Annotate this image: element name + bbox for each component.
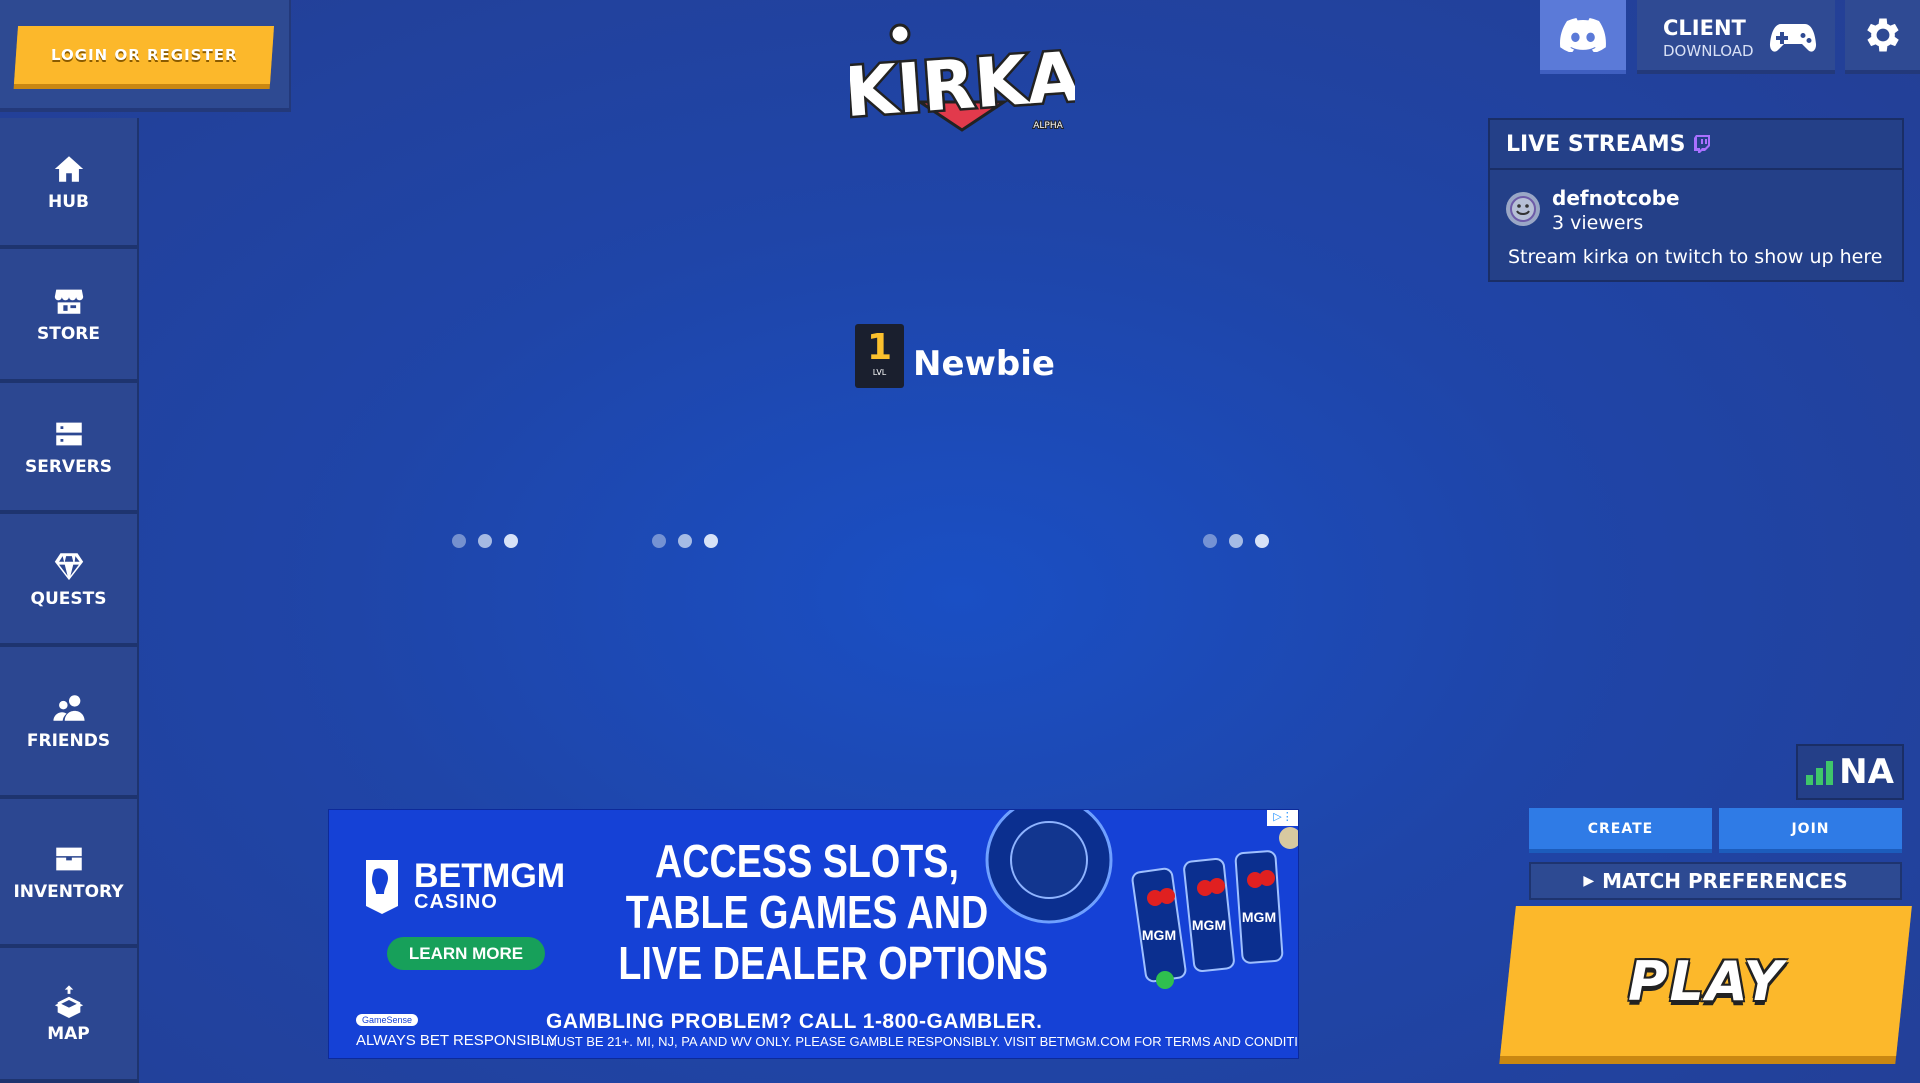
gear-icon [1866,18,1899,52]
kirka-logo: KIRKA ALPHA [850,23,1075,134]
region-label: NA [1839,752,1894,792]
stream-info: defnotcobe 3 viewers [1552,186,1680,234]
loading-indicator [652,534,718,548]
stream-viewers: 3 viewers [1552,212,1644,234]
chest-icon [55,847,82,870]
sidebar-item-map[interactable]: MAP [0,948,139,1083]
reel-label: MGM [1142,927,1176,943]
stream-entry[interactable]: defnotcobe 3 viewers [1506,186,1680,234]
friends-icon [52,695,85,721]
sidebar-item-label: FRIENDS [26,731,111,751]
reel-label: MGM [1242,909,1276,925]
live-streams-title: LIVE STREAMS [1506,131,1686,157]
level-badge: 1 LVL [855,324,904,388]
client-download-button[interactable]: CLIENT DOWNLOAD [1637,0,1835,74]
sidebar-item-label: SERVERS [24,456,113,477]
ad-headline-line: TABLE GAMES AND [625,886,989,938]
sidebar-item-friends[interactable]: FRIENDS [0,647,139,799]
sidebar-item-hub[interactable]: HUB [0,118,139,249]
region-selector[interactable]: NA [1796,744,1904,800]
play-button[interactable]: PLAY [1500,906,1912,1056]
play-label: PLAY [1627,949,1785,1013]
sidebar-item-store[interactable]: STORE [0,249,139,383]
sidebar-item-label: QUESTS [30,588,107,609]
gamesense-badge: GameSense [356,1014,419,1026]
stream-name: defnotcobe [1552,186,1680,210]
live-streams-panel: LIVE STREAMS defnotcobe 3 viewers Stream… [1488,118,1904,282]
live-streams-header: LIVE STREAMS [1490,120,1902,170]
ad-always-text: ALWAYS BET RESPONSIBLY [356,1032,558,1049]
discord-icon [1560,18,1606,52]
match-preferences-button[interactable]: ▶ MATCH PREFERENCES [1529,862,1902,900]
sidebar-item-label: STORE [37,324,100,344]
sidebar-item-label: INVENTORY [13,881,124,902]
sidebar-item-label: HUB [48,191,89,212]
servers-icon [55,422,82,445]
ad-headline-line: LIVE DEALER OPTIONS [618,937,1049,989]
login-register-button[interactable]: LOGIN OR REGISTER [13,26,275,84]
logo-subtext: ALPHA [1033,121,1063,131]
ad-brand-top: BETMGM [414,856,566,895]
create-button[interactable]: CREATE [1529,808,1712,853]
player-name: Newbie [913,344,1055,384]
ad-disclaimer: MUST BE 21+. MI, NJ, PA AND WV ONLY. PLE… [546,1034,1299,1049]
match-preferences-label: MATCH PREFERENCES [1602,869,1848,893]
level-label: LVL [872,368,887,377]
lion-logo-icon [366,860,398,914]
smiley-icon [1510,196,1536,222]
diamond-icon [54,552,83,580]
caret-right-icon: ▶ [1583,873,1595,889]
map-icon [54,984,83,1018]
join-button[interactable]: JOIN [1719,808,1902,853]
stream-note: Stream kirka on twitch to show up here [1508,246,1883,268]
sidebar-item-quests[interactable]: QUESTS [0,514,139,647]
sidebar: HUB STORE SERVERS QUESTS FRIENDS INVENTO… [0,118,139,1083]
ad-brand: BETMGM CASINO [362,858,565,916]
discord-button[interactable] [1540,0,1626,74]
sidebar-item-inventory[interactable]: INVENTORY [0,799,139,948]
client-sublabel: DOWNLOAD [1663,42,1754,60]
logo-text: KIRKA [850,38,1075,133]
reel-label: MGM [1192,917,1226,933]
ad-headline-line: ACCESS SLOTS, [655,835,959,887]
adchoices-icon[interactable]: ▷⋮ [1267,810,1298,826]
login-panel: LOGIN OR REGISTER [0,0,291,112]
learn-more-button[interactable]: LEARN MORE [387,937,545,970]
ad-headline: ACCESS SLOTS, TABLE GAMES AND LIVE DEALE… [618,835,1049,989]
home-icon [54,155,83,182]
twitch-icon [1693,135,1710,153]
ad-banner[interactable]: BETMGM CASINO LEARN MORE ACCESS SLOTS, T… [328,809,1299,1059]
loading-indicator [452,534,518,548]
sidebar-item-label: MAP [47,1023,90,1044]
settings-button[interactable] [1845,0,1920,74]
level-number: 1 [866,327,893,368]
sidebar-item-servers[interactable]: SERVERS [0,383,139,514]
login-register-label: LOGIN OR REGISTER [50,46,238,64]
avatar [1506,192,1540,226]
client-label: CLIENT [1663,16,1746,40]
gamepad-icon [1769,24,1817,52]
slot-reels-illustration: MGM MGM MGM [985,810,1298,989]
store-icon [54,289,83,314]
signal-icon [1806,759,1834,785]
ad-problem-text: GAMBLING PROBLEM? CALL 1-800-GAMBLER. [546,1010,1043,1033]
loading-indicator [1203,534,1269,548]
